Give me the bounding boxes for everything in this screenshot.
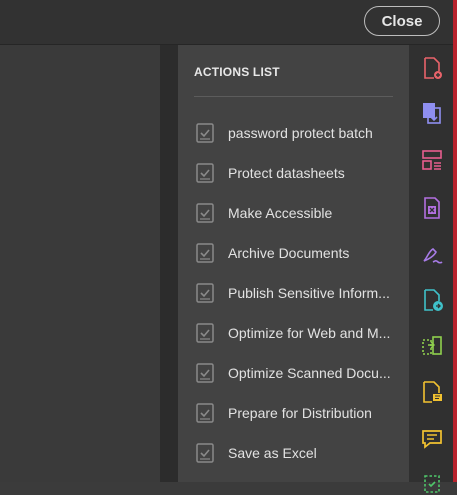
title-divider	[194, 96, 393, 97]
action-checklist-icon	[194, 322, 216, 344]
action-item-make-accessible[interactable]: Make Accessible	[194, 199, 393, 227]
create-pdf-icon[interactable]	[419, 55, 445, 81]
action-checklist-icon	[194, 122, 216, 144]
actions-list-title: ACTIONS LIST	[194, 65, 280, 79]
organize-pages-icon[interactable]	[419, 147, 445, 173]
action-item-label: Optimize Scanned Docu...	[228, 365, 391, 381]
compare-files-icon[interactable]	[419, 333, 445, 359]
fill-sign-icon[interactable]	[419, 241, 445, 267]
action-item-label: Prepare for Distribution	[228, 405, 372, 421]
tools-rail	[409, 45, 453, 493]
action-item-archive-documents[interactable]: Archive Documents	[194, 239, 393, 267]
action-checklist-icon	[194, 202, 216, 224]
action-item-save-as-excel[interactable]: Save as Excel	[194, 439, 393, 467]
action-item-protect-datasheets[interactable]: Protect datasheets	[194, 159, 393, 187]
comment-icon[interactable]	[419, 426, 445, 452]
action-item-optimize-scanned[interactable]: Optimize Scanned Docu...	[194, 359, 393, 387]
document-area	[0, 45, 160, 482]
scan-ocr-icon[interactable]	[419, 469, 445, 495]
actions-panel: ACTIONS LIST password protect batch Prot…	[178, 45, 409, 482]
combine-files-icon[interactable]	[419, 100, 445, 126]
action-item-label: Make Accessible	[228, 205, 333, 221]
top-bar: Close	[0, 0, 457, 45]
action-item-label: password protect batch	[228, 125, 373, 141]
action-item-label: Optimize for Web and M...	[228, 325, 391, 341]
close-button[interactable]: Close	[364, 6, 440, 36]
pane-divider[interactable]	[160, 45, 178, 482]
action-item-label: Save as Excel	[228, 445, 317, 461]
action-item-label: Archive Documents	[228, 245, 350, 261]
action-item-prepare-distribution[interactable]: Prepare for Distribution	[194, 399, 393, 427]
action-item-password-protect-batch[interactable]: password protect batch	[194, 119, 393, 147]
action-item-optimize-web[interactable]: Optimize for Web and M...	[194, 319, 393, 347]
action-checklist-icon	[194, 242, 216, 264]
window-edge	[453, 0, 457, 482]
action-item-label: Publish Sensitive Inform...	[228, 285, 390, 301]
comment-file-icon[interactable]	[419, 379, 445, 405]
action-checklist-icon	[194, 162, 216, 184]
action-item-label: Protect datasheets	[228, 165, 345, 181]
export-pdf-icon[interactable]	[419, 195, 445, 221]
action-checklist-icon	[194, 442, 216, 464]
send-for-review-icon[interactable]	[419, 287, 445, 313]
action-item-publish-sensitive[interactable]: Publish Sensitive Inform...	[194, 279, 393, 307]
action-checklist-icon	[194, 362, 216, 384]
action-checklist-icon	[194, 402, 216, 424]
action-checklist-icon	[194, 282, 216, 304]
